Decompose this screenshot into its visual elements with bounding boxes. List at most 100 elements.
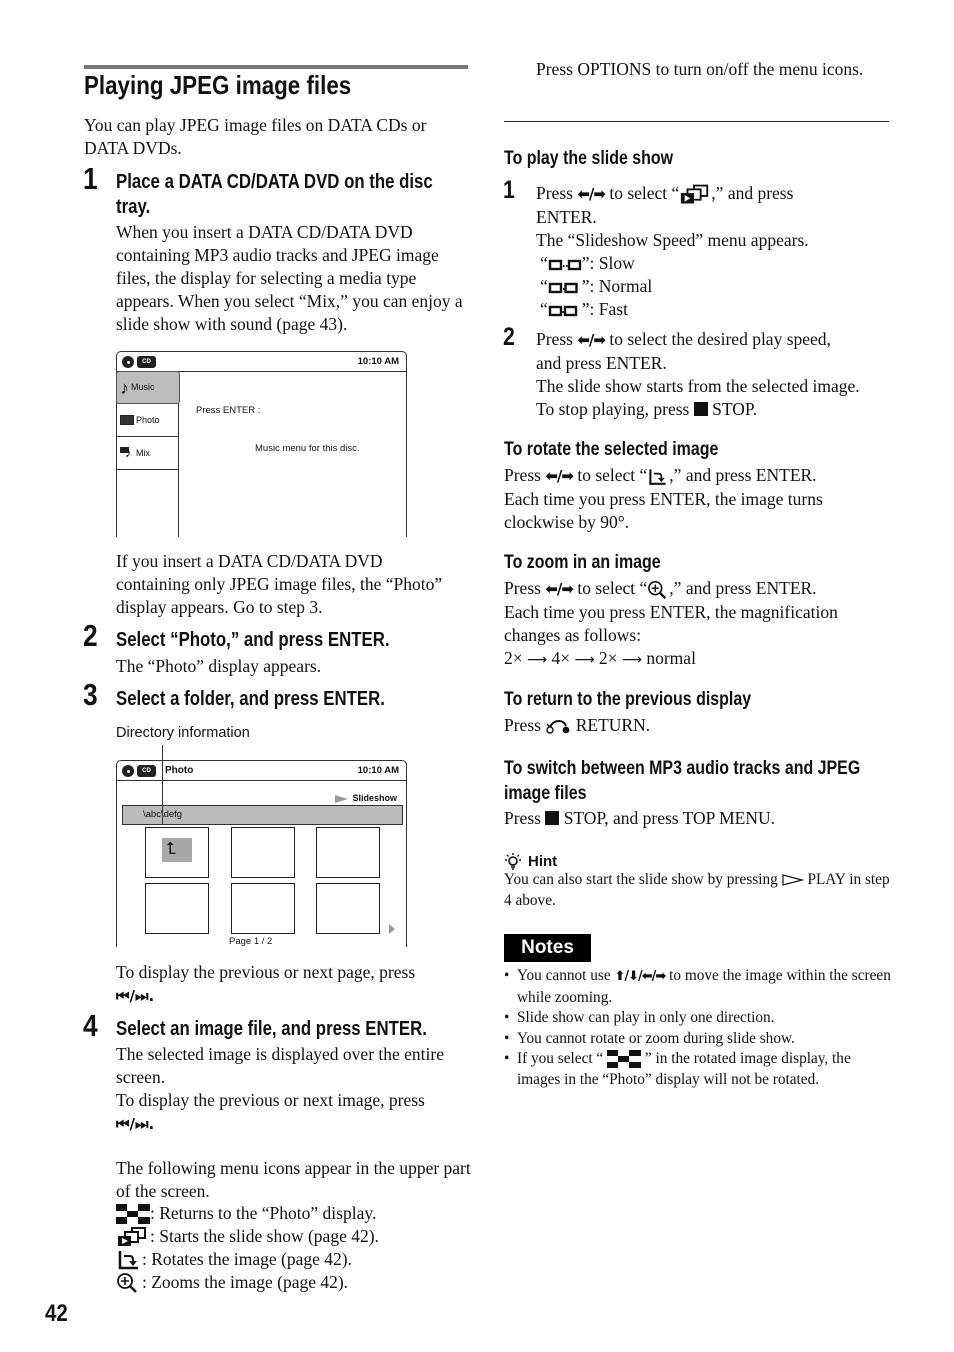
disc-icon [122,765,134,777]
rotate-section: Press ⬅/➡ to select “,” and press ENTER.… [504,465,823,532]
menu-icons-intro: The following menu icons appear in the u… [116,1158,471,1201]
step-number-3: 3 [83,677,98,712]
callout-line [162,745,163,825]
rotate-heading: To rotate the selected image [504,439,719,460]
switch-line: Press STOP, and press TOP MENU. [504,808,776,828]
stop-square-icon [693,402,708,416]
step-3-heading: Select a folder, and press ENTER. [116,688,385,710]
arrow-right-icon: ⟶ [527,652,548,668]
page-title-wrap: Playing JPEG image files [84,70,395,100]
switch-heading-wrap: To switch between MP3 audio tracks and J… [504,756,954,806]
disc-icon [122,356,134,368]
return-heading-wrap: To return to the previous display [504,688,798,712]
step-3-heading-wrap: Select a folder, and press ENTER. [116,687,436,712]
speed-option-fast: “”: Fast [540,299,628,319]
slideshow-step-1: Press ⬅/➡ to select “ ,” and press ENTER… [536,182,896,321]
zoom-heading-wrap: To zoom in an image [504,551,691,575]
note-item: Slide show can play in only one directio… [504,1008,894,1029]
step-4-heading: Select an image file, and press ENTER. [116,1018,427,1040]
step-4-body2: To display the previous or next image, p… [116,1090,425,1133]
step-3-after: To display the previous or next page, pr… [116,962,416,1005]
media-type-menu: ♪ Music Photo ♪ Mix [116,371,180,537]
step-1-after: If you insert a DATA CD/DATA DVD contain… [116,551,443,617]
zoom-in-icon [117,1272,137,1293]
title-rule [84,65,468,69]
direction-arrows-icon: ⬆/⬇/⬅/➡ [614,969,666,984]
return-icon [546,719,570,734]
speed-option-normal: “”: Normal [540,276,653,296]
intro-text: You can play JPEG image files on DATA CD… [84,115,427,158]
thumbnail[interactable] [316,883,380,934]
return-line: Press RETURN. [504,715,651,735]
directory-info-callout: Directory information [116,725,250,741]
lightbulb-hint-icon [505,852,521,870]
screen-title: Photo [165,765,194,776]
slideshow-heading-wrap: To play the slide show [504,147,705,171]
step-4-body: The selected image is displayed over the… [116,1044,444,1087]
prev-next-keys-icon: ⏮/⏭. [116,987,155,1005]
step-4-heading-wrap: Select an image file, and press ENTER. [116,1017,486,1042]
slideshow-step-number-2: 2 [503,323,515,351]
return-heading: To return to the previous display [504,689,752,710]
rotate-icon [649,469,666,485]
left-right-arrows-icon: ⬅/➡ [545,580,574,598]
menu-icon-item: : Returns to the “Photo” display. [116,1202,476,1225]
hint-text: You can also start the slide show by pre… [504,871,890,909]
slow-speed-icon [548,259,581,271]
page-number: 42 [45,1300,68,1327]
thumbnail[interactable] [145,883,209,934]
photo-screen: CD Photo 10:10 AM Slideshow \abc\defg ⮤ … [116,760,407,947]
step-number-4: 4 [83,1008,98,1043]
zoom-heading: To zoom in an image [504,552,661,573]
zoom-section: Press ⬅/➡ to select “,” and press ENTER.… [504,577,894,672]
options-note: Press OPTIONS to turn on/off the menu ic… [536,59,864,79]
slideshow-step-2: Press ⬅/➡ to select the desired play spe… [536,329,860,419]
step-1-heading: Place a DATA CD/DATA DVD on the disc tra… [116,171,433,218]
slideshow-icon [681,184,709,204]
play-outline-icon [782,874,804,887]
clock: 10:10 AM [357,356,399,367]
clock: 10:10 AM [357,765,399,776]
screen-description: Music menu for this disc. [255,443,360,454]
note-item: You cannot rotate or zoom during slide s… [504,1029,894,1050]
rotate-icon [118,1250,138,1269]
menu-icon-item: : Zooms the image (page 42). [116,1271,476,1294]
photo-icon [120,415,134,425]
parent-folder-icon: ⮤ [162,838,192,862]
thumbnail[interactable] [231,827,295,878]
zoom-sequence: 2× ⟶ 4× ⟶ 2× ⟶ normal [504,648,696,668]
slideshow-heading: To play the slide show [504,148,674,169]
thumbnail-folder-up[interactable]: ⮤ [145,827,209,878]
music-note-icon: ♪ [120,377,129,398]
slideshow-step-number-1: 1 [503,176,515,204]
step-2-body: The “Photo” display appears. [116,656,322,676]
rotate-heading-wrap: To rotate the selected image [504,438,759,462]
notes-list: You cannot use ⬆/⬇/⬅/➡ to move the image… [504,966,894,1090]
notes-badge: Notes [504,934,591,962]
slideshow-icon [118,1226,146,1246]
next-page-arrow-icon[interactable] [389,924,395,934]
menu-item-photo[interactable]: Photo [117,404,178,437]
step-2-heading-wrap: Select “Photo,” and press ENTER. [116,628,442,653]
photo-display-grid-icon [607,1050,642,1069]
page-number-wrap: 42 [45,1300,72,1328]
thumbnail[interactable] [316,827,380,878]
left-right-arrows-icon: ⬅/➡ [577,331,606,349]
screen-header: CD 10:10 AM [117,352,406,372]
arrow-right-icon: ⟶ [621,652,642,668]
left-right-arrows-icon: ⬅/➡ [577,185,606,203]
cd-badge: CD [137,356,156,368]
step-number-2: 2 [83,618,98,653]
switch-heading: To switch between MP3 audio tracks and J… [504,758,861,804]
step-2-heading: Select “Photo,” and press ENTER. [116,629,390,651]
stop-square-icon [545,811,560,825]
thumbnail[interactable] [231,883,295,934]
media-type-screen: CD 10:10 AM ♪ Music Photo ♪ Mix Press EN… [116,351,407,537]
note-item: If you select “ ” in the rotated image d… [504,1049,894,1090]
cd-badge: CD [137,765,156,777]
mix-icon: ♪ [120,446,134,460]
menu-item-music[interactable]: ♪ Music [116,371,180,404]
menu-icon-list: : Returns to the “Photo” display. : Star… [116,1202,476,1294]
menu-item-mix[interactable]: ♪ Mix [117,437,178,470]
page-title: Playing JPEG image files [84,70,352,100]
